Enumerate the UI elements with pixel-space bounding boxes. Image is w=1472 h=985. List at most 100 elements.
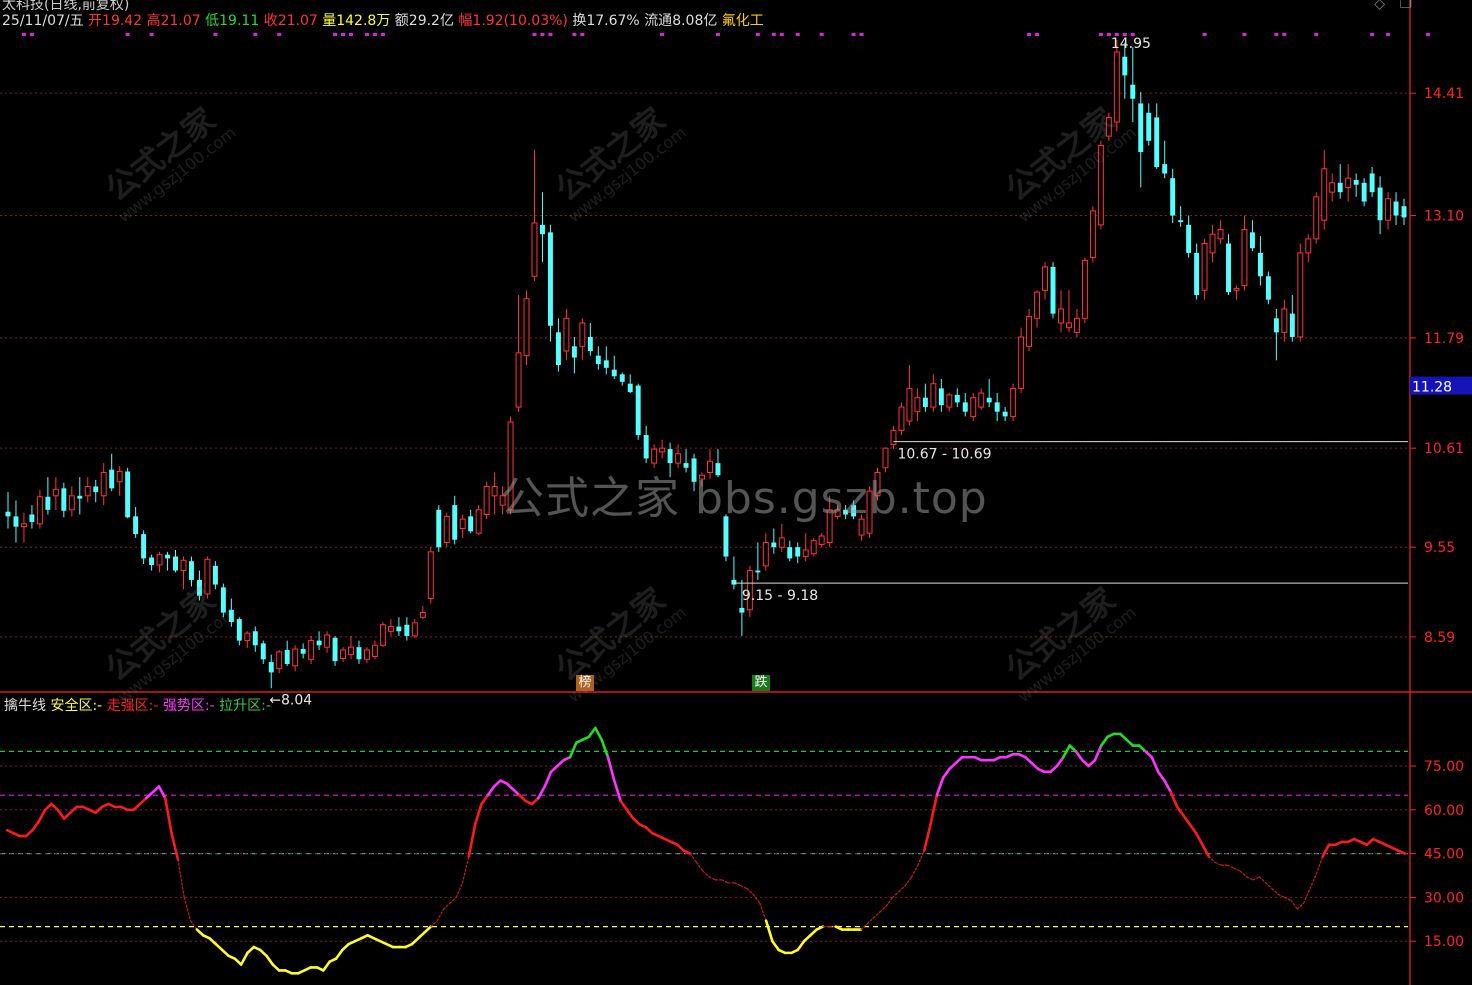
candle-body-up [1089,210,1096,259]
candle-body-down [356,647,362,660]
indicator-line-segment [1188,823,1198,835]
candle-body-down [1226,243,1231,293]
signal-dot [341,33,346,36]
price-tick-label: 14.41 [1424,86,1464,102]
candle-body-up [563,317,570,352]
indicator-line-segment [473,802,483,826]
indicator-line-segment [430,920,438,928]
signal-dot [795,33,800,36]
candle-body-down [667,449,673,464]
price-tick-label: 13.10 [1424,209,1464,225]
candle-body-down [300,649,306,654]
signal-dot [572,33,577,36]
candle-body-down [1194,252,1200,295]
candle-body-down [1401,206,1407,218]
indicator-line-segment [917,850,925,866]
candle-body-up [1113,51,1120,123]
indicator-line-segment [1201,843,1211,858]
indicator-line-segment [752,893,761,904]
indicator-line-segment [265,954,275,966]
indicator-line-segment [1169,790,1179,809]
indicator-line-segment [872,911,881,919]
signal-dot [532,33,537,36]
indicator-line-segment [771,939,781,952]
candle-body-up [180,559,187,572]
signal-dot [1122,33,1127,36]
indicator-legend: 擒牛线 安全区:- 走强区:- 强势区:- 拉升区:- [4,695,271,715]
sector-label[interactable]: 氟化工 [722,13,764,29]
indicator-line-segment [1150,755,1160,774]
candle-body-down [173,556,178,571]
indicator-line-segment [543,770,553,788]
candle-body-up [1065,322,1072,329]
indicator-line-segment [708,876,717,881]
indicator-line-segment [721,879,729,884]
candle-body-up [1281,308,1288,333]
candle-body-up [1305,238,1312,254]
indicator-line-segment [183,896,192,922]
indicator-line-segment [1182,814,1192,826]
candle-body-down [1050,266,1056,314]
candle-body-up [659,447,666,453]
candle-body-down [149,557,155,565]
candle-body-down [986,397,992,403]
candle-body-up [116,471,123,483]
candle-body-down [252,631,258,646]
current-price-label: 11.28 [1412,380,1452,396]
date-label: 25/11/07/五 [2,13,84,29]
indicator-line-segment [537,785,547,800]
candle-body-down [547,232,553,326]
indicator-line-segment [606,755,616,782]
candle-body-up [802,549,809,558]
candle-body-down [332,637,338,662]
signal-dot [1314,33,1319,36]
indicator-line-segment [1265,882,1273,890]
diamond-icon[interactable]: ◇ [1374,0,1385,12]
open-value: 19.42 [102,13,143,29]
candle-body-up [914,397,921,413]
indicator-line-segment [436,908,445,922]
restore-icon[interactable]: ❐ [1399,0,1412,12]
indicator-name[interactable]: 擒牛线 [4,698,46,714]
indicator-line-segment [1290,899,1298,910]
change-value: 1.92(10.03%) [472,13,568,29]
indicator-line-segment [486,785,496,797]
candle-body-up [1385,198,1392,221]
candle-body-down [1265,276,1271,300]
signal-dot [580,33,585,36]
indicator-safe: 安全区:- [50,698,103,714]
indicator-line-segment [1296,902,1305,910]
candle-body-down [1249,232,1255,249]
float-label: 流通 [644,13,673,29]
indicator-strong: 强势区:- [162,698,215,714]
indicator-line-segment [163,796,173,835]
indicator-line-segment [1175,805,1185,817]
candle-body-down [1138,103,1144,153]
indicator-line-segment [334,948,344,961]
indicator-line-segment [1271,888,1279,896]
candle-body-up [1010,387,1017,417]
candle-body-up [810,540,817,555]
indicator-tick-label: 75.00 [1424,759,1464,775]
candle-body-down [994,402,1000,412]
candle-body-down [1337,182,1343,193]
signal-dot [1130,33,1135,36]
candle-body-up [978,392,985,408]
limit-down-tag[interactable]: 跌 [752,675,770,691]
indicator-rally: 拉升区:- [219,698,271,714]
candle-body-down [954,394,960,403]
candle-body-up [523,298,530,357]
open-label: 开 [88,13,103,29]
signal-dot [1098,33,1103,36]
signal-dot [213,33,218,36]
signal-dot [380,33,385,36]
candle-body-up [459,518,466,530]
indicator-line-segment [37,808,47,823]
indicator-line-segment [619,799,629,812]
signal-dot [1282,33,1287,36]
candle-body-up [1034,291,1041,319]
indicator-line-segment [449,896,457,904]
signal-dot [149,33,154,36]
candle-body-down [635,385,641,436]
indicator-line-segment [322,960,332,972]
